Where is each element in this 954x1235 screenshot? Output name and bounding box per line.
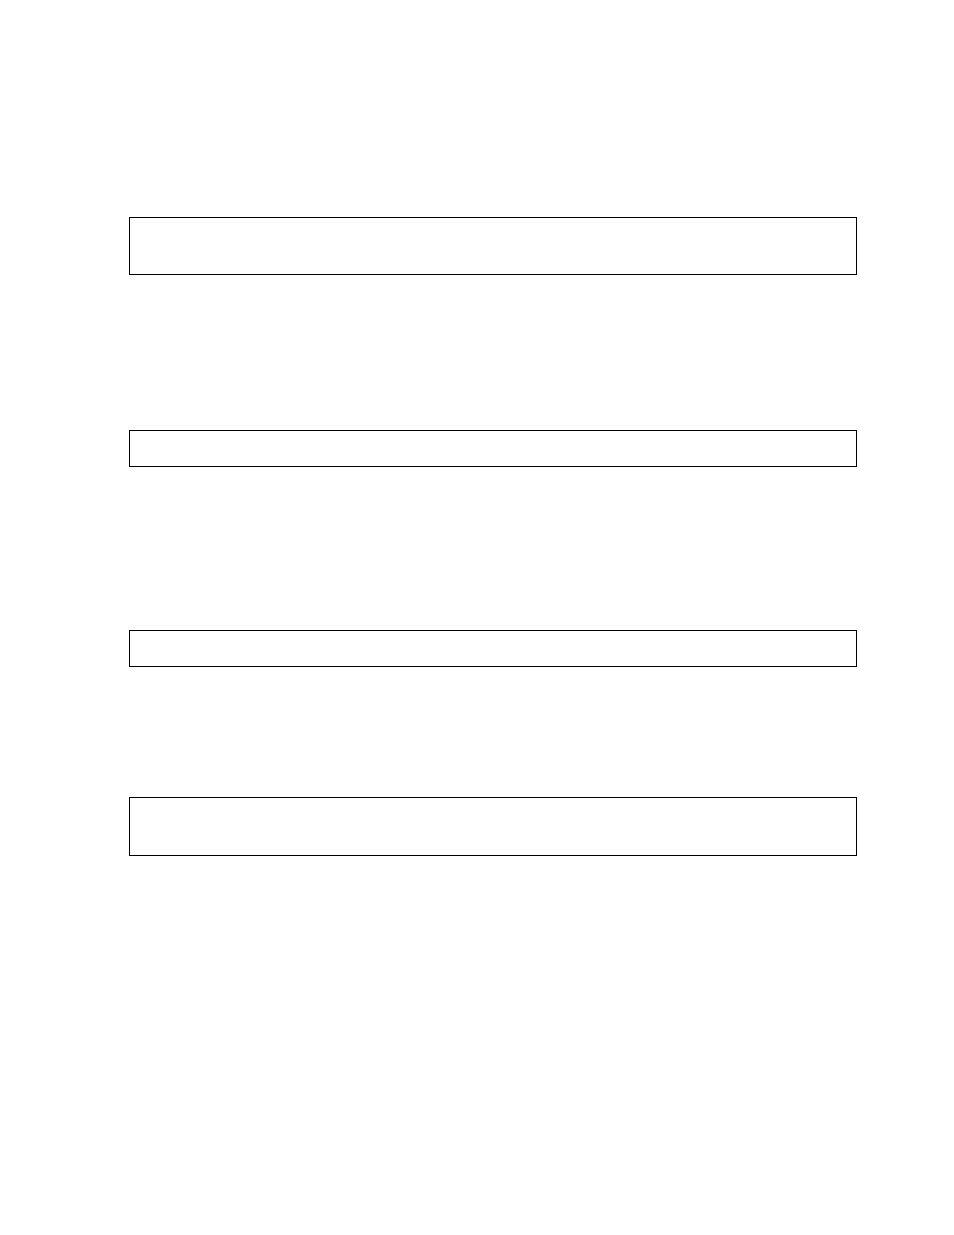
rectangle-box-1 xyxy=(129,217,857,275)
rectangle-box-2 xyxy=(129,430,857,467)
rectangle-box-4 xyxy=(129,797,857,856)
rectangle-box-3 xyxy=(129,630,857,667)
